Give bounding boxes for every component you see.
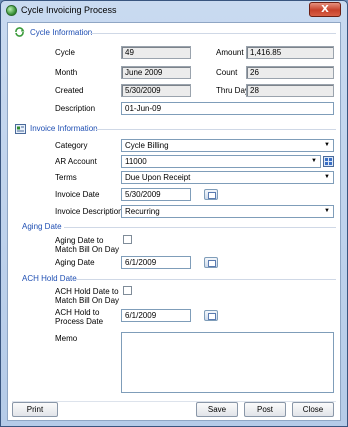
amount-field: 1,416.85	[246, 46, 334, 59]
aging-match-label-line1: Aging Date to	[55, 236, 104, 245]
aging-date-input[interactable]: 6/1/2009	[121, 256, 191, 269]
calendar-icon[interactable]	[204, 257, 218, 268]
count-field: 26	[246, 66, 334, 79]
cycle-section-heading: Cycle Information	[30, 28, 93, 37]
invoice-description-dropdown[interactable]: Recurring ▼	[121, 205, 334, 218]
invoice-description-value: Recurring	[125, 207, 160, 216]
description-label: Description	[55, 104, 96, 113]
aging-match-label-line2: Match Bill On Day	[55, 245, 120, 254]
title-bar[interactable]: Cycle Invoicing Process X	[1, 1, 347, 20]
category-dropdown[interactable]: Cycle Billing ▼	[121, 139, 334, 152]
lookup-icon[interactable]	[323, 156, 334, 167]
thru-day-label: Thru Day	[216, 86, 249, 95]
ach-process-label-line2: Process Date	[55, 317, 104, 326]
aging-section-heading: Aging Date	[22, 222, 62, 231]
ach-match-checkbox[interactable]	[123, 286, 132, 295]
terms-value: Due Upon Receipt	[125, 173, 191, 182]
invoice-date-label: Invoice Date	[55, 190, 100, 199]
section-divider	[76, 279, 336, 280]
ar-account-label: AR Account	[55, 157, 97, 166]
footer-divider	[12, 401, 336, 402]
memo-textarea[interactable]	[121, 332, 334, 393]
ach-process-label: ACH Hold to Process Date	[55, 308, 103, 326]
ar-account-value: 11000	[125, 157, 147, 166]
aging-date-label: Aging Date	[55, 258, 95, 267]
description-input[interactable]: 01-Jun-09	[121, 102, 334, 115]
chevron-down-icon: ▼	[324, 142, 330, 148]
close-window-button[interactable]: X	[309, 2, 341, 17]
count-label: Count	[216, 68, 238, 77]
amount-label: Amount	[216, 48, 244, 57]
ach-process-date-input[interactable]: 6/1/2009	[121, 309, 191, 322]
chevron-down-icon: ▼	[324, 208, 330, 214]
category-label: Category	[55, 141, 88, 150]
aging-match-label: Aging Date to Match Bill On Day	[55, 236, 119, 254]
invoice-description-label: Invoice Description	[55, 207, 123, 216]
memo-label: Memo	[55, 334, 78, 343]
print-button[interactable]: Print	[12, 402, 58, 417]
save-button[interactable]: Save	[196, 402, 238, 417]
section-divider	[90, 33, 336, 34]
post-button[interactable]: Post	[244, 402, 286, 417]
calendar-icon[interactable]	[204, 189, 218, 200]
aging-match-checkbox[interactable]	[123, 235, 132, 244]
cycle-icon	[15, 27, 25, 37]
terms-label: Terms	[55, 173, 77, 182]
terms-dropdown[interactable]: Due Upon Receipt ▼	[121, 171, 334, 184]
section-divider	[64, 227, 336, 228]
month-field: June 2009	[121, 66, 191, 79]
ach-section-heading: ACH Hold Date	[22, 274, 77, 283]
category-value: Cycle Billing	[125, 141, 169, 150]
calendar-icon[interactable]	[204, 310, 218, 321]
ar-account-dropdown[interactable]: 11000 ▼	[121, 155, 321, 168]
month-label: Month	[55, 68, 78, 77]
chevron-down-icon: ▼	[324, 174, 330, 180]
created-label: Created	[55, 86, 84, 95]
ach-match-label-line2: Match Bill On Day	[55, 296, 120, 305]
chevron-down-icon: ▼	[311, 158, 317, 164]
section-divider	[96, 129, 336, 130]
cycle-field: 49	[121, 46, 191, 59]
ach-process-label-line1: ACH Hold to	[55, 308, 100, 317]
created-field: 5/30/2009	[121, 84, 191, 97]
window-title: Cycle Invoicing Process	[21, 5, 117, 15]
invoice-section-heading: Invoice Information	[30, 124, 98, 133]
process-icon	[6, 5, 17, 16]
ach-match-label-line1: ACH Hold Date to	[55, 287, 119, 296]
invoicing-window: Cycle Invoicing Process X Cycle Informat…	[0, 0, 348, 427]
invoice-date-input[interactable]: 5/30/2009	[121, 188, 191, 201]
invoice-icon	[15, 124, 26, 134]
close-button[interactable]: Close	[292, 402, 334, 417]
ach-match-label: ACH Hold Date to Match Bill On Day	[55, 287, 119, 305]
cycle-label: Cycle	[55, 48, 76, 57]
dialog-body: Cycle Information Cycle 49 Amount 1,416.…	[7, 22, 341, 421]
thru-day-field: 28	[246, 84, 334, 97]
